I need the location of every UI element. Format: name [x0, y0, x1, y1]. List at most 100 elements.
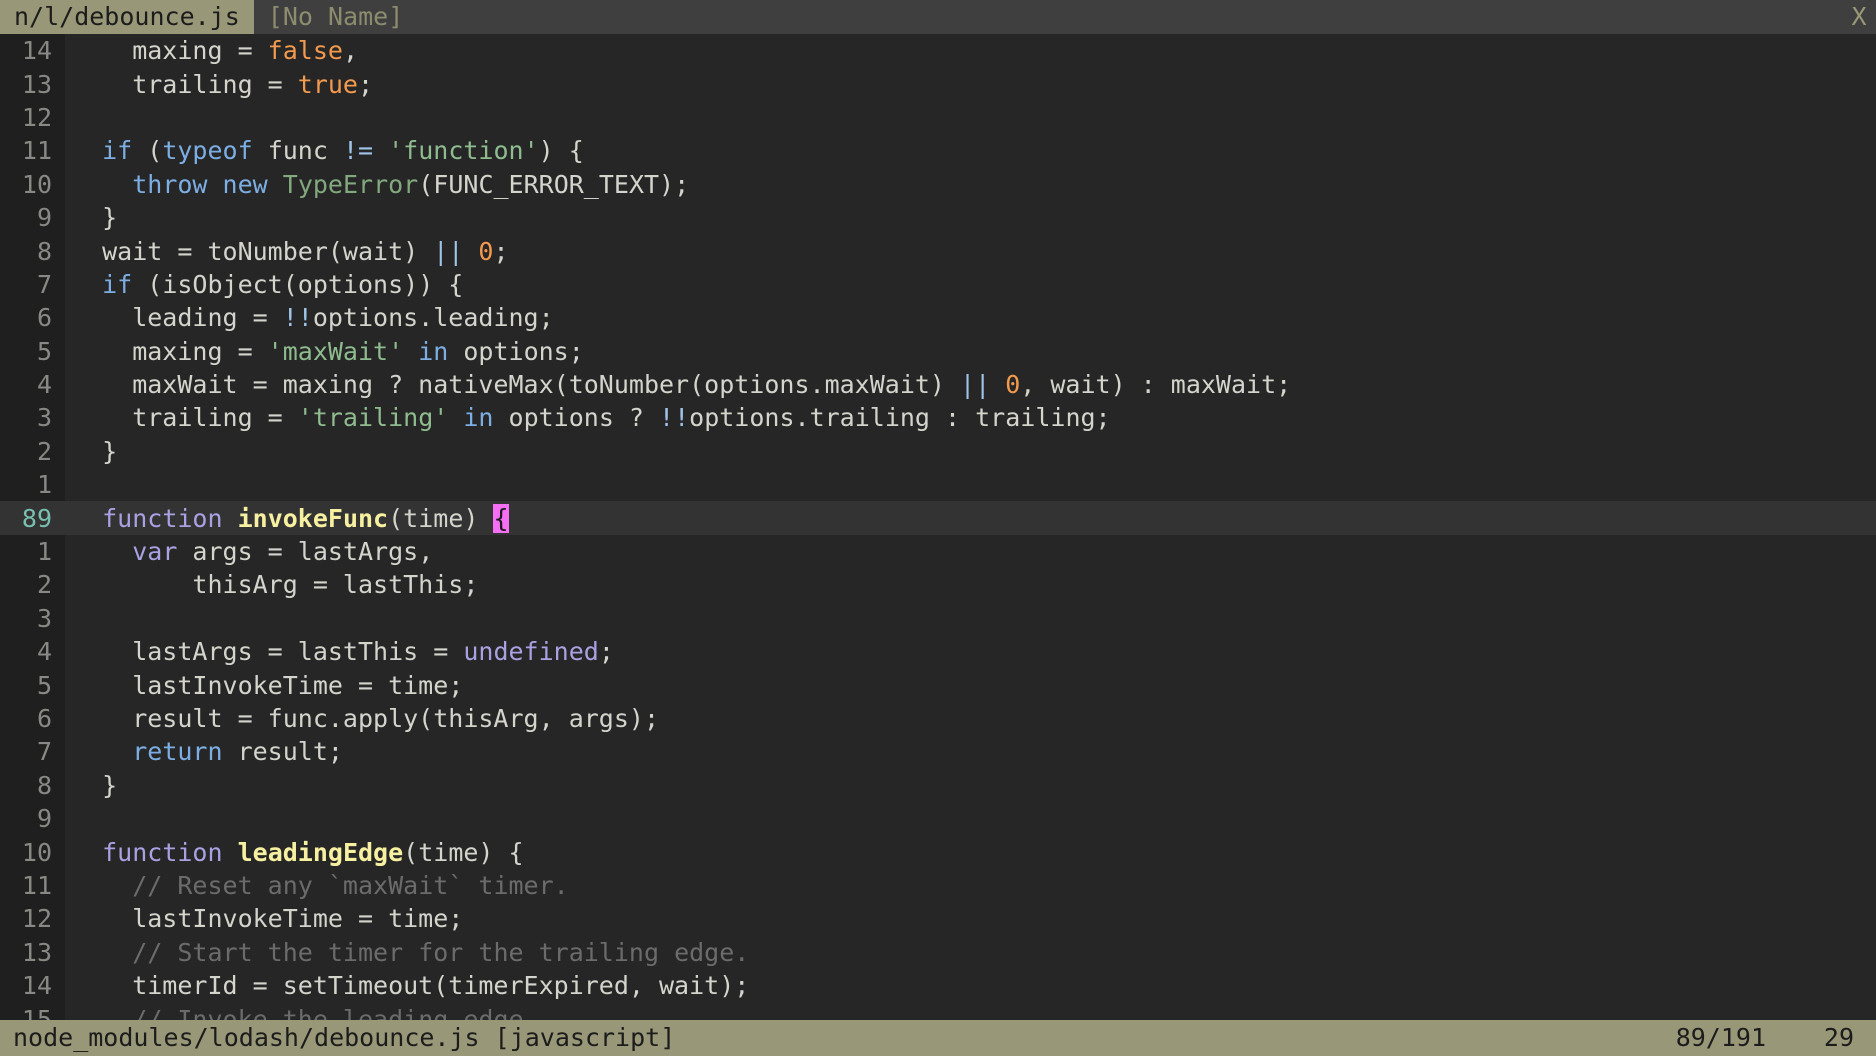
code-line[interactable]: 13 // Start the timer for the trailing e… [0, 936, 1876, 969]
code-line[interactable]: 5 maxing = 'maxWait' in options; [0, 335, 1876, 368]
line-number: 2 [0, 436, 65, 466]
line-number: 4 [0, 370, 65, 400]
line-number: 14 [0, 36, 65, 66]
token-bool: false [267, 36, 343, 66]
code-line[interactable]: 6 result = func.apply(thisArg, args); [0, 702, 1876, 735]
line-number: 7 [0, 737, 65, 767]
code-line[interactable]: 14 maxing = false, [0, 34, 1876, 67]
token-plain: (time) { [403, 837, 524, 867]
code-line[interactable]: 11 // Reset any `maxWait` timer. [0, 869, 1876, 902]
token-plain: } [72, 203, 118, 233]
code-line[interactable]: 3 trailing = 'trailing' in options ? !!o… [0, 401, 1876, 434]
tabline-filler [417, 0, 1842, 34]
line-number: 9 [0, 203, 65, 233]
token-kw: if [102, 269, 133, 299]
code-line[interactable]: 10 function leadingEdge(time) { [0, 835, 1876, 868]
token-str: 'maxWait' [267, 336, 404, 366]
token-str: 'function' [388, 136, 539, 166]
token-plain: lastInvokeTime = time; [72, 670, 464, 700]
code-line[interactable]: 8 wait = toNumber(wait) || 0; [0, 234, 1876, 267]
code-line[interactable]: 7 return result; [0, 735, 1876, 768]
token-cmt: // Invoke the leading edge. [132, 1004, 539, 1020]
close-icon[interactable]: X [1842, 0, 1876, 34]
statusline-line-ratio: 89/191 [1675, 1023, 1766, 1052]
token-cmt: // Start the timer for the trailing edge… [132, 937, 750, 967]
code-line[interactable]: 6 leading = !!options.leading; [0, 301, 1876, 334]
line-content: trailing = true; [65, 70, 373, 99]
line-content: } [65, 437, 117, 466]
token-plain: trailing = [72, 403, 298, 433]
code-line[interactable]: 7 if (isObject(options)) { [0, 268, 1876, 301]
token-plain: timerId = setTimeout(timerExpired, wait)… [72, 971, 750, 1001]
line-number: 7 [0, 269, 65, 299]
line-content: maxing = false, [65, 36, 358, 65]
token-plain: lastInvokeTime = time; [72, 904, 464, 934]
token-kw: new [222, 169, 268, 199]
token-kw: typeof [162, 136, 253, 166]
token-cmt: // Reset any `maxWait` timer. [132, 870, 569, 900]
line-content: if (isObject(options)) { [65, 270, 463, 299]
line-content: wait = toNumber(wait) || 0; [65, 236, 508, 266]
line-content: result = func.apply(thisArg, args); [65, 704, 659, 733]
tab-debounce-js[interactable]: n/l/debounce.js [0, 0, 254, 34]
token-cursor[interactable]: { [493, 503, 509, 533]
code-line[interactable]: 2 thisArg = lastThis; [0, 568, 1876, 601]
code-line[interactable]: 1 var args = lastArgs, [0, 535, 1876, 568]
line-content: function leadingEdge(time) { [65, 837, 524, 867]
code-line[interactable]: 3 [0, 602, 1876, 635]
token-str: 'trailing' [297, 403, 449, 433]
token-bool: true [297, 69, 358, 99]
code-line[interactable]: 10 throw new TypeError(FUNC_ERROR_TEXT); [0, 168, 1876, 201]
code-line[interactable]: 12 lastInvokeTime = time; [0, 902, 1876, 935]
line-number: 12 [0, 102, 65, 132]
token-plain: result = func.apply(thisArg, args); [72, 704, 659, 733]
token-plain: (isObject(options)) { [132, 269, 464, 299]
token-plain: thisArg = lastThis; [72, 570, 479, 600]
token-plain: (FUNC_ERROR_TEXT); [418, 169, 690, 199]
code-line[interactable]: 2 } [0, 435, 1876, 468]
code-line[interactable]: 13 trailing = true; [0, 67, 1876, 100]
token-fn: leadingEdge [237, 837, 404, 867]
line-content: trailing = 'trailing' in options ? !!opt… [65, 403, 1110, 433]
token-decl: var [132, 537, 178, 567]
code-line[interactable]: 1 [0, 468, 1876, 501]
line-number: 89 [0, 503, 65, 533]
token-plain: ) { [538, 136, 584, 166]
code-line[interactable]: 14 timerId = setTimeout(timerExpired, wa… [0, 969, 1876, 1002]
token-plain: lastArgs = lastThis = [72, 637, 464, 667]
token-plain: maxWait = maxing ? nativeMax(toNumber(op… [72, 370, 961, 400]
tab-no-name[interactable]: [No Name] [253, 0, 418, 34]
code-line[interactable]: 12 [0, 101, 1876, 134]
statusline-column: 29 [1823, 1023, 1854, 1052]
line-content: if (typeof func != 'function') { [65, 136, 584, 165]
token-plain: maxing = [72, 336, 268, 366]
code-line[interactable]: 4 lastArgs = lastThis = undefined; [0, 635, 1876, 668]
code-line[interactable]: 15 // Invoke the leading edge. [0, 1002, 1876, 1020]
line-number: 14 [0, 971, 65, 1001]
line-number: 5 [0, 336, 65, 366]
line-number: 8 [0, 236, 65, 266]
line-content: maxWait = maxing ? nativeMax(toNumber(op… [65, 370, 1291, 399]
token-plain: } [72, 770, 118, 800]
line-content: throw new TypeError(FUNC_ERROR_TEXT); [65, 170, 689, 199]
token-op: || [433, 236, 464, 266]
code-line[interactable]: 9 } [0, 201, 1876, 234]
line-number: 1 [0, 470, 65, 500]
code-buffer[interactable]: 14 maxing = false, 13 trailing = true; 12 1… [0, 34, 1876, 1020]
token-type: TypeError [282, 169, 419, 199]
statusline-file-path: node_modules/lodash/debounce.js [javascr… [13, 1023, 676, 1052]
code-line[interactable]: 89 function invokeFunc(time) { [0, 501, 1876, 535]
code-line[interactable]: 9 [0, 802, 1876, 835]
line-content: maxing = 'maxWait' in options; [65, 337, 584, 366]
code-line[interactable]: 4 maxWait = maxing ? nativeMax(toNumber(… [0, 368, 1876, 401]
token-kw: throw [132, 169, 208, 199]
code-line[interactable]: 11 if (typeof func != 'function') { [0, 134, 1876, 167]
code-line[interactable]: 8 } [0, 769, 1876, 802]
code-line[interactable]: 5 lastInvokeTime = time; [0, 668, 1876, 701]
token-plain: args = lastArgs, [177, 537, 434, 567]
